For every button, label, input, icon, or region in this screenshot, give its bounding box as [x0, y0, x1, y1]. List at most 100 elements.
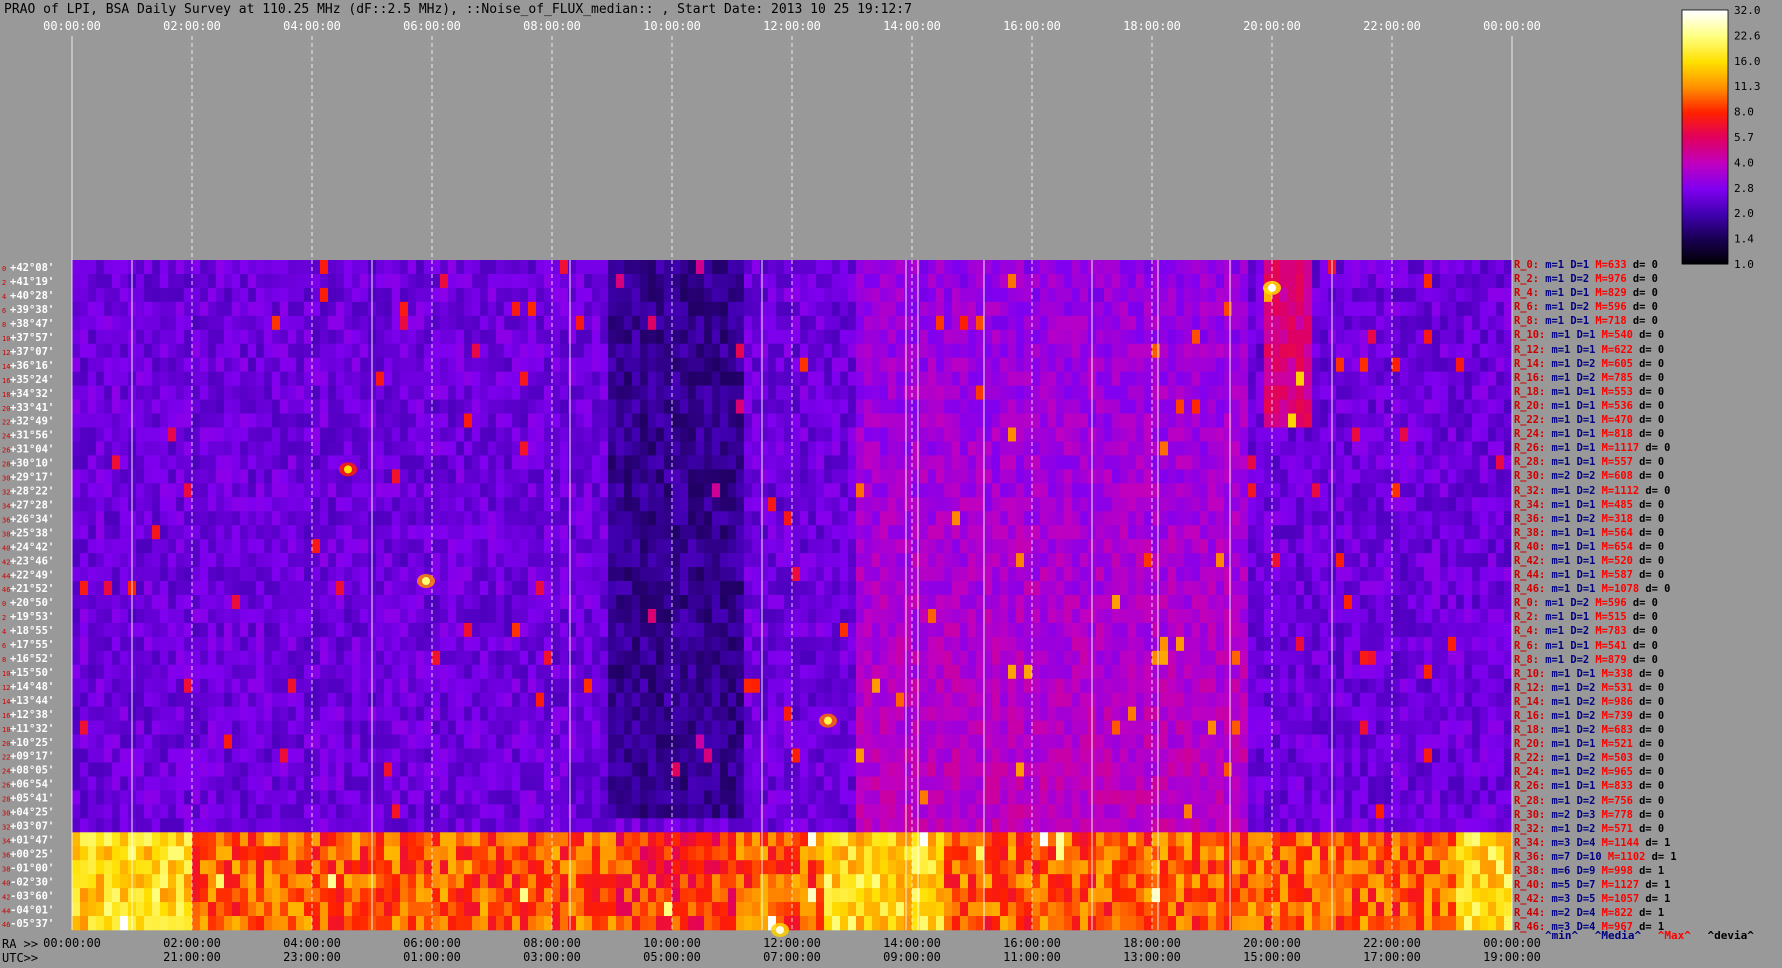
heatmap-cell — [160, 399, 169, 414]
heatmap-cell — [976, 581, 985, 596]
heatmap-cell — [896, 329, 905, 345]
heatmap-cell — [1296, 413, 1305, 428]
heatmap-cell — [896, 371, 905, 386]
heatmap-cell — [1232, 413, 1241, 428]
heatmap-cell — [296, 511, 305, 526]
heatmap-cell — [296, 622, 305, 638]
heatmap-cell — [440, 301, 449, 317]
heatmap-cell — [864, 301, 873, 317]
heatmap-cell — [960, 301, 969, 317]
heatmap-cell — [136, 371, 145, 386]
heatmap-cell — [952, 427, 961, 442]
heatmap-cell — [1304, 622, 1313, 638]
heatmap-cell — [1176, 525, 1185, 540]
heatmap-cell — [464, 608, 473, 624]
heatmap-cell — [424, 260, 433, 275]
heatmap-cell — [520, 441, 529, 456]
heatmap-cell — [840, 371, 849, 386]
heatmap-cell — [792, 385, 801, 400]
heatmap-cell — [816, 329, 825, 345]
heatmap-cell — [272, 371, 281, 386]
heatmap-cell — [720, 511, 729, 526]
heatmap-cell — [376, 581, 385, 596]
heatmap-cell — [248, 608, 257, 624]
heatmap-cell — [568, 427, 577, 442]
heatmap-cell — [1424, 497, 1433, 512]
heatmap-cell — [1128, 567, 1137, 582]
heatmap-cell — [856, 371, 865, 386]
heatmap-cell — [960, 553, 969, 568]
heatmap-cell — [232, 595, 241, 610]
heatmap-cell — [640, 260, 649, 275]
heatmap-cell — [496, 441, 505, 456]
heatmap-cell — [888, 469, 897, 484]
heatmap-cell — [1472, 622, 1481, 638]
heatmap-cell — [1144, 636, 1153, 652]
heatmap-cell — [176, 608, 185, 624]
heatmap-cell — [1504, 315, 1513, 331]
heatmap-cell — [1120, 287, 1129, 303]
heatmap-cell — [848, 343, 857, 359]
heatmap-cell — [728, 427, 737, 442]
heatmap-cell — [656, 469, 665, 484]
heatmap-cell — [736, 287, 745, 303]
heatmap-cell — [952, 539, 961, 554]
heatmap-cell — [440, 260, 449, 275]
heatmap-cell — [1280, 511, 1289, 526]
heatmap-cell — [584, 260, 593, 275]
heatmap-cell — [632, 567, 641, 582]
heatmap-cell — [720, 636, 729, 652]
heatmap-cell — [320, 539, 329, 554]
heatmap-cell — [864, 608, 873, 624]
heatmap-cell — [1496, 427, 1505, 442]
heatmap-cell — [544, 329, 553, 345]
heatmap-cell — [1312, 399, 1321, 414]
heatmap-cell — [784, 525, 793, 540]
heatmap-cell — [1048, 273, 1057, 289]
heatmap-cell — [488, 287, 497, 303]
heatmap-cell — [936, 525, 945, 540]
heatmap-cell — [272, 385, 281, 400]
heatmap-cell — [848, 636, 857, 652]
heatmap-cell — [968, 260, 977, 275]
heatmap-cell — [432, 553, 441, 568]
heatmap-cell — [984, 287, 993, 303]
heatmap-cell — [728, 483, 737, 498]
heatmap-cell — [1256, 357, 1265, 372]
heatmap-cell — [1416, 511, 1425, 526]
heatmap-cell — [1304, 511, 1313, 526]
heatmap-cell — [912, 260, 921, 275]
heatmap-cell — [1464, 608, 1473, 624]
heatmap-cell — [1288, 455, 1297, 470]
heatmap-cell — [200, 273, 209, 289]
heatmap-cell — [376, 315, 385, 331]
heatmap-cell — [800, 287, 809, 303]
heatmap-cell — [176, 441, 185, 456]
heatmap-cell — [376, 357, 385, 372]
heatmap-cell — [936, 539, 945, 554]
heatmap-cell — [1344, 539, 1353, 554]
heatmap-cell — [632, 636, 641, 652]
heatmap-cell — [1144, 260, 1153, 275]
heatmap-cell — [920, 273, 929, 289]
heatmap-cell — [160, 385, 169, 400]
heatmap-cell — [456, 441, 465, 456]
heatmap-cell — [1080, 525, 1089, 540]
heatmap-cell — [1408, 539, 1417, 554]
heatmap-cell — [1440, 260, 1449, 275]
heatmap-cell — [1256, 399, 1265, 414]
heatmap-cell — [1048, 413, 1057, 428]
heatmap-cell — [896, 455, 905, 470]
heatmap-cell — [1448, 413, 1457, 428]
heatmap-cell — [1184, 567, 1193, 582]
heatmap-cell — [384, 273, 393, 289]
heatmap-cell — [472, 553, 481, 568]
heatmap-cell — [1336, 622, 1345, 638]
heatmap-cell — [488, 622, 497, 638]
heatmap-cell — [832, 357, 841, 372]
heatmap-cell — [816, 525, 825, 540]
heatmap-cell — [1488, 385, 1497, 400]
heatmap-cell — [216, 315, 225, 331]
heatmap-cell — [160, 567, 169, 582]
heatmap-cell — [1240, 567, 1249, 582]
